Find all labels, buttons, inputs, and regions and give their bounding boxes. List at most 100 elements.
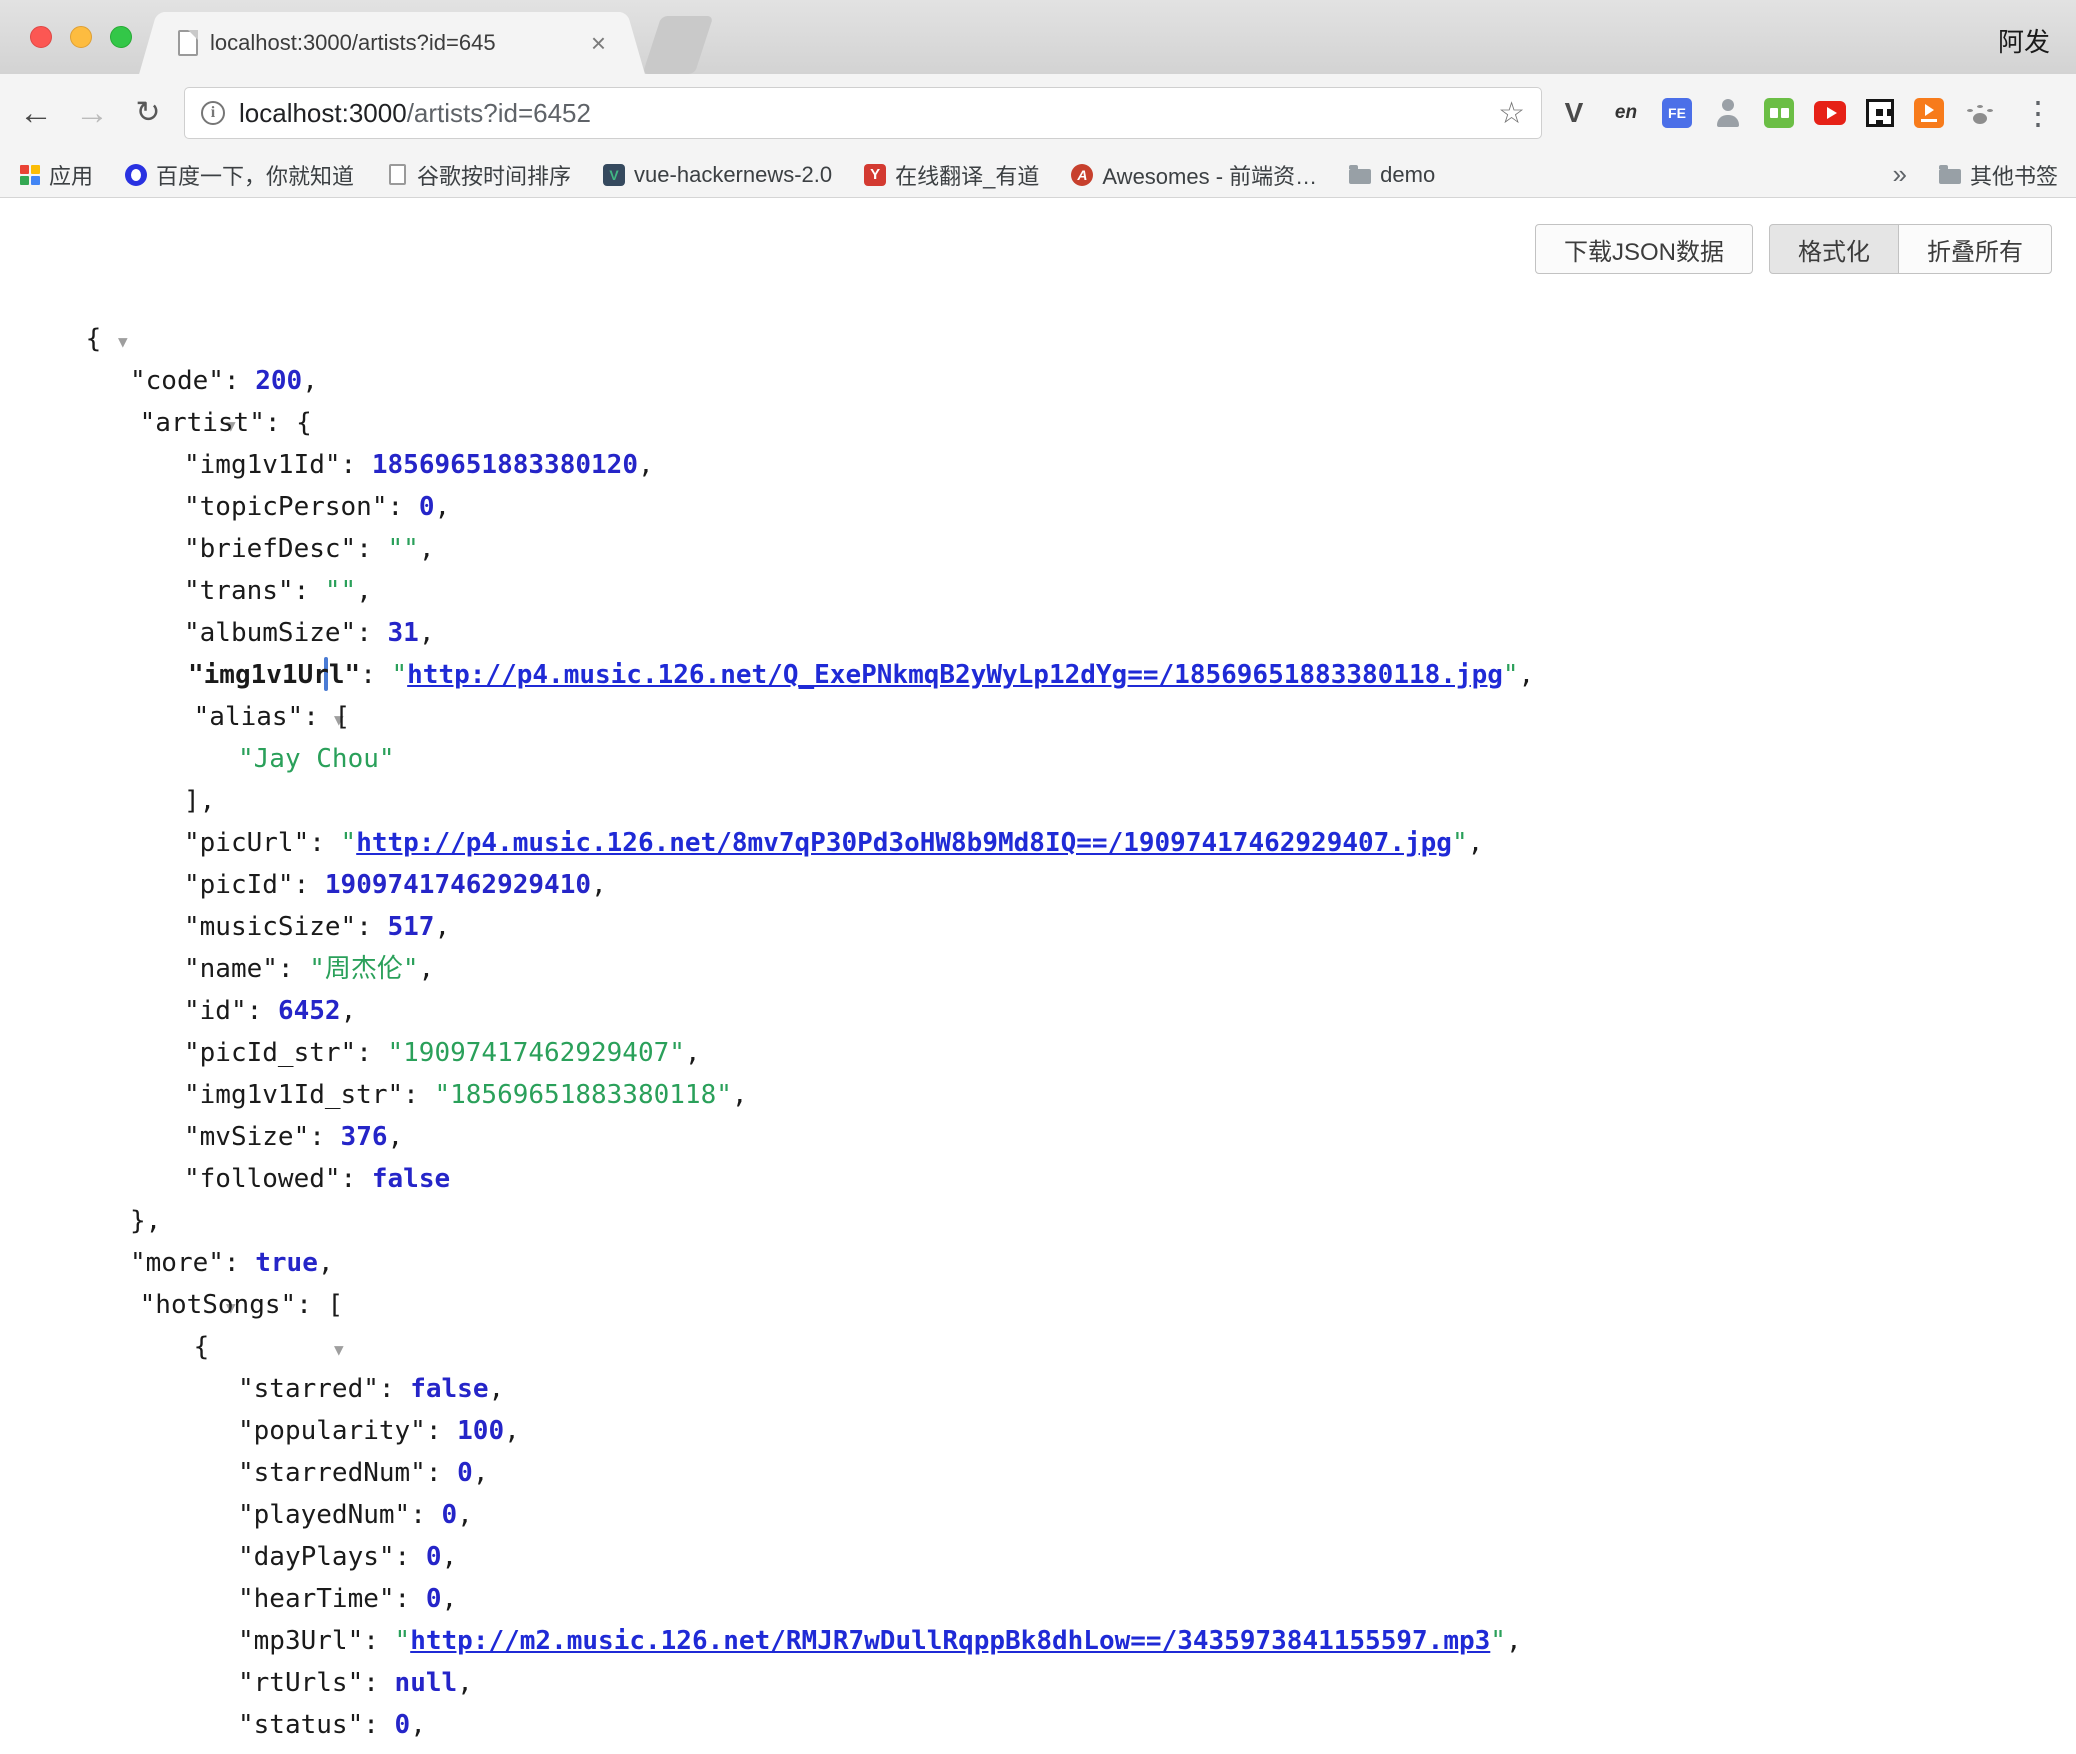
user-silhouette-extension-icon[interactable] — [1712, 97, 1744, 129]
json-punctuation: ], — [184, 786, 215, 816]
json-key: "hotSongs" — [140, 1290, 297, 1320]
json-punctuation: : — [294, 576, 325, 606]
json-number: 517 — [388, 912, 435, 942]
json-key: "topicPerson" — [184, 492, 388, 522]
json-key: "img1v1Url" — [188, 660, 360, 690]
url-text[interactable]: localhost:3000/artists?id=6452 — [239, 98, 1486, 129]
json-line: "img1v1Id": 18569651883380120, — [0, 444, 2076, 486]
new-tab-button[interactable] — [643, 16, 714, 74]
bookmark-google-sort[interactable]: 谷歌按时间排序 — [386, 159, 571, 191]
json-string: "18569651883380118" — [434, 1080, 731, 1110]
json-punctuation: , — [591, 870, 607, 900]
bookmark-label: Awesomes - 前端资… — [1102, 159, 1317, 191]
json-punctuation: , — [442, 1584, 458, 1614]
json-key: "followed" — [184, 1164, 341, 1194]
json-punctuation: , — [302, 366, 318, 396]
collapse-all-button[interactable]: 折叠所有 — [1898, 224, 2052, 274]
json-punctuation: : — [247, 996, 278, 1026]
apps-grid-icon — [18, 164, 40, 186]
json-url-link[interactable]: http://m2.music.126.net/RMJR7wDullRqppBk… — [410, 1626, 1490, 1656]
json-line: "popularity": 100, — [0, 1410, 2076, 1452]
page-info-icon[interactable]: i — [201, 101, 225, 125]
vimium-extension-icon[interactable]: V — [1558, 97, 1590, 129]
json-punctuation: , — [410, 1710, 426, 1740]
json-key: "hearTime" — [238, 1584, 395, 1614]
vue-favicon-icon: V — [603, 164, 625, 186]
json-url-link[interactable]: http://p4.music.126.net/Q_ExePNkmqB2yWyL… — [407, 660, 1503, 690]
browser-tab[interactable]: localhost:3000/artists?id=645 × — [162, 12, 622, 74]
bookmark-demo[interactable]: demo — [1349, 162, 1435, 188]
json-punctuation: , — [419, 618, 435, 648]
json-number: 19097417462929410 — [325, 870, 591, 900]
paw-extension-icon[interactable] — [1964, 97, 1996, 129]
bookmark-baidu[interactable]: 百度一下，你就知道 — [125, 159, 354, 191]
fe-extension-icon[interactable]: FE — [1662, 98, 1692, 128]
json-literal: false — [372, 1164, 450, 1194]
tab-title: localhost:3000/artists?id=645 — [210, 30, 581, 56]
folder-icon — [1349, 164, 1371, 186]
json-key: "more" — [130, 1248, 224, 1278]
bookmark-vue-hackernews[interactable]: V vue-hackernews-2.0 — [603, 162, 832, 188]
json-line: "followed": false — [0, 1158, 2076, 1200]
json-number: 31 — [388, 618, 419, 648]
json-line: "more": true, — [0, 1242, 2076, 1284]
back-icon[interactable]: ← — [16, 96, 56, 130]
address-bar[interactable]: i localhost:3000/artists?id=6452 ☆ — [184, 87, 1542, 139]
json-number: 200 — [255, 366, 302, 396]
json-punctuation: , — [457, 1668, 473, 1698]
json-punctuation: , — [434, 492, 450, 522]
page-icon — [386, 164, 408, 186]
minimize-window-button[interactable] — [70, 26, 92, 48]
qr-code-extension-icon[interactable] — [1866, 99, 1894, 127]
json-punctuation: : — [360, 660, 391, 690]
youtube-extension-icon[interactable] — [1814, 101, 1846, 125]
collapse-triangle-icon[interactable]: ▼ — [118, 332, 128, 351]
json-line: "rtUrls": null, — [0, 1662, 2076, 1704]
reload-icon[interactable]: ↻ — [128, 98, 168, 128]
json-line: "playedNum": 0, — [0, 1494, 2076, 1536]
bookmark-youdao[interactable]: Y 在线翻译_有道 — [864, 159, 1039, 191]
bookmarks-overflow-icon[interactable]: » — [1893, 159, 1907, 190]
extensions-row: V en FE ⋮ — [1558, 94, 2060, 132]
format-collapse-group: 格式化 折叠所有 — [1769, 224, 2052, 274]
json-punctuation: }, — [130, 1206, 161, 1236]
tab-close-icon[interactable]: × — [591, 28, 606, 59]
json-punctuation: , — [419, 954, 435, 984]
download-json-button[interactable]: 下载JSON数据 — [1535, 224, 1753, 274]
json-punctuation: : — [363, 1668, 394, 1698]
json-punctuation: : — [410, 1500, 441, 1530]
json-punctuation: , — [356, 576, 372, 606]
format-button[interactable]: 格式化 — [1769, 224, 1899, 274]
bookmark-label: demo — [1380, 162, 1435, 188]
json-key: "trans" — [184, 576, 294, 606]
json-punctuation: : — [388, 492, 419, 522]
json-key: "id" — [184, 996, 247, 1026]
bookmark-apps[interactable]: 应用 — [18, 159, 93, 191]
json-line: ▼{ — [0, 1326, 2076, 1368]
url-host: localhost:3000 — [239, 98, 407, 128]
json-punctuation: : — [341, 450, 372, 480]
json-key: "briefDesc" — [184, 534, 356, 564]
collapse-triangle-icon[interactable]: ▼ — [334, 1340, 344, 1359]
other-bookmarks[interactable]: 其他书签 — [1939, 159, 2058, 191]
fullscreen-window-button[interactable] — [110, 26, 132, 48]
bookmark-awesomes[interactable]: A Awesomes - 前端资… — [1071, 159, 1317, 191]
player-extension-icon[interactable] — [1914, 98, 1944, 128]
json-url-link[interactable]: http://p4.music.126.net/8mv7qP30Pd3oHW8b… — [356, 828, 1452, 858]
json-punctuation: : — [426, 1416, 457, 1446]
json-punctuation: , — [457, 1500, 473, 1530]
close-window-button[interactable] — [30, 26, 52, 48]
translate-pen-extension-icon[interactable]: en — [1610, 97, 1642, 129]
json-punctuation: , — [732, 1080, 748, 1110]
json-punctuation: , — [488, 1374, 504, 1404]
json-string: "周杰伦" — [309, 954, 418, 984]
url-path: /artists?id=6452 — [407, 98, 591, 128]
json-key: "picId" — [184, 870, 294, 900]
profile-name[interactable]: 阿发 — [1998, 22, 2050, 59]
tampermonkey-extension-icon[interactable] — [1764, 98, 1794, 128]
browser-menu-icon[interactable]: ⋮ — [2016, 94, 2060, 132]
json-number: 0 — [395, 1710, 411, 1740]
json-string: "" — [325, 576, 356, 606]
json-line: }, — [0, 1200, 2076, 1242]
bookmark-star-icon[interactable]: ☆ — [1498, 96, 1525, 131]
